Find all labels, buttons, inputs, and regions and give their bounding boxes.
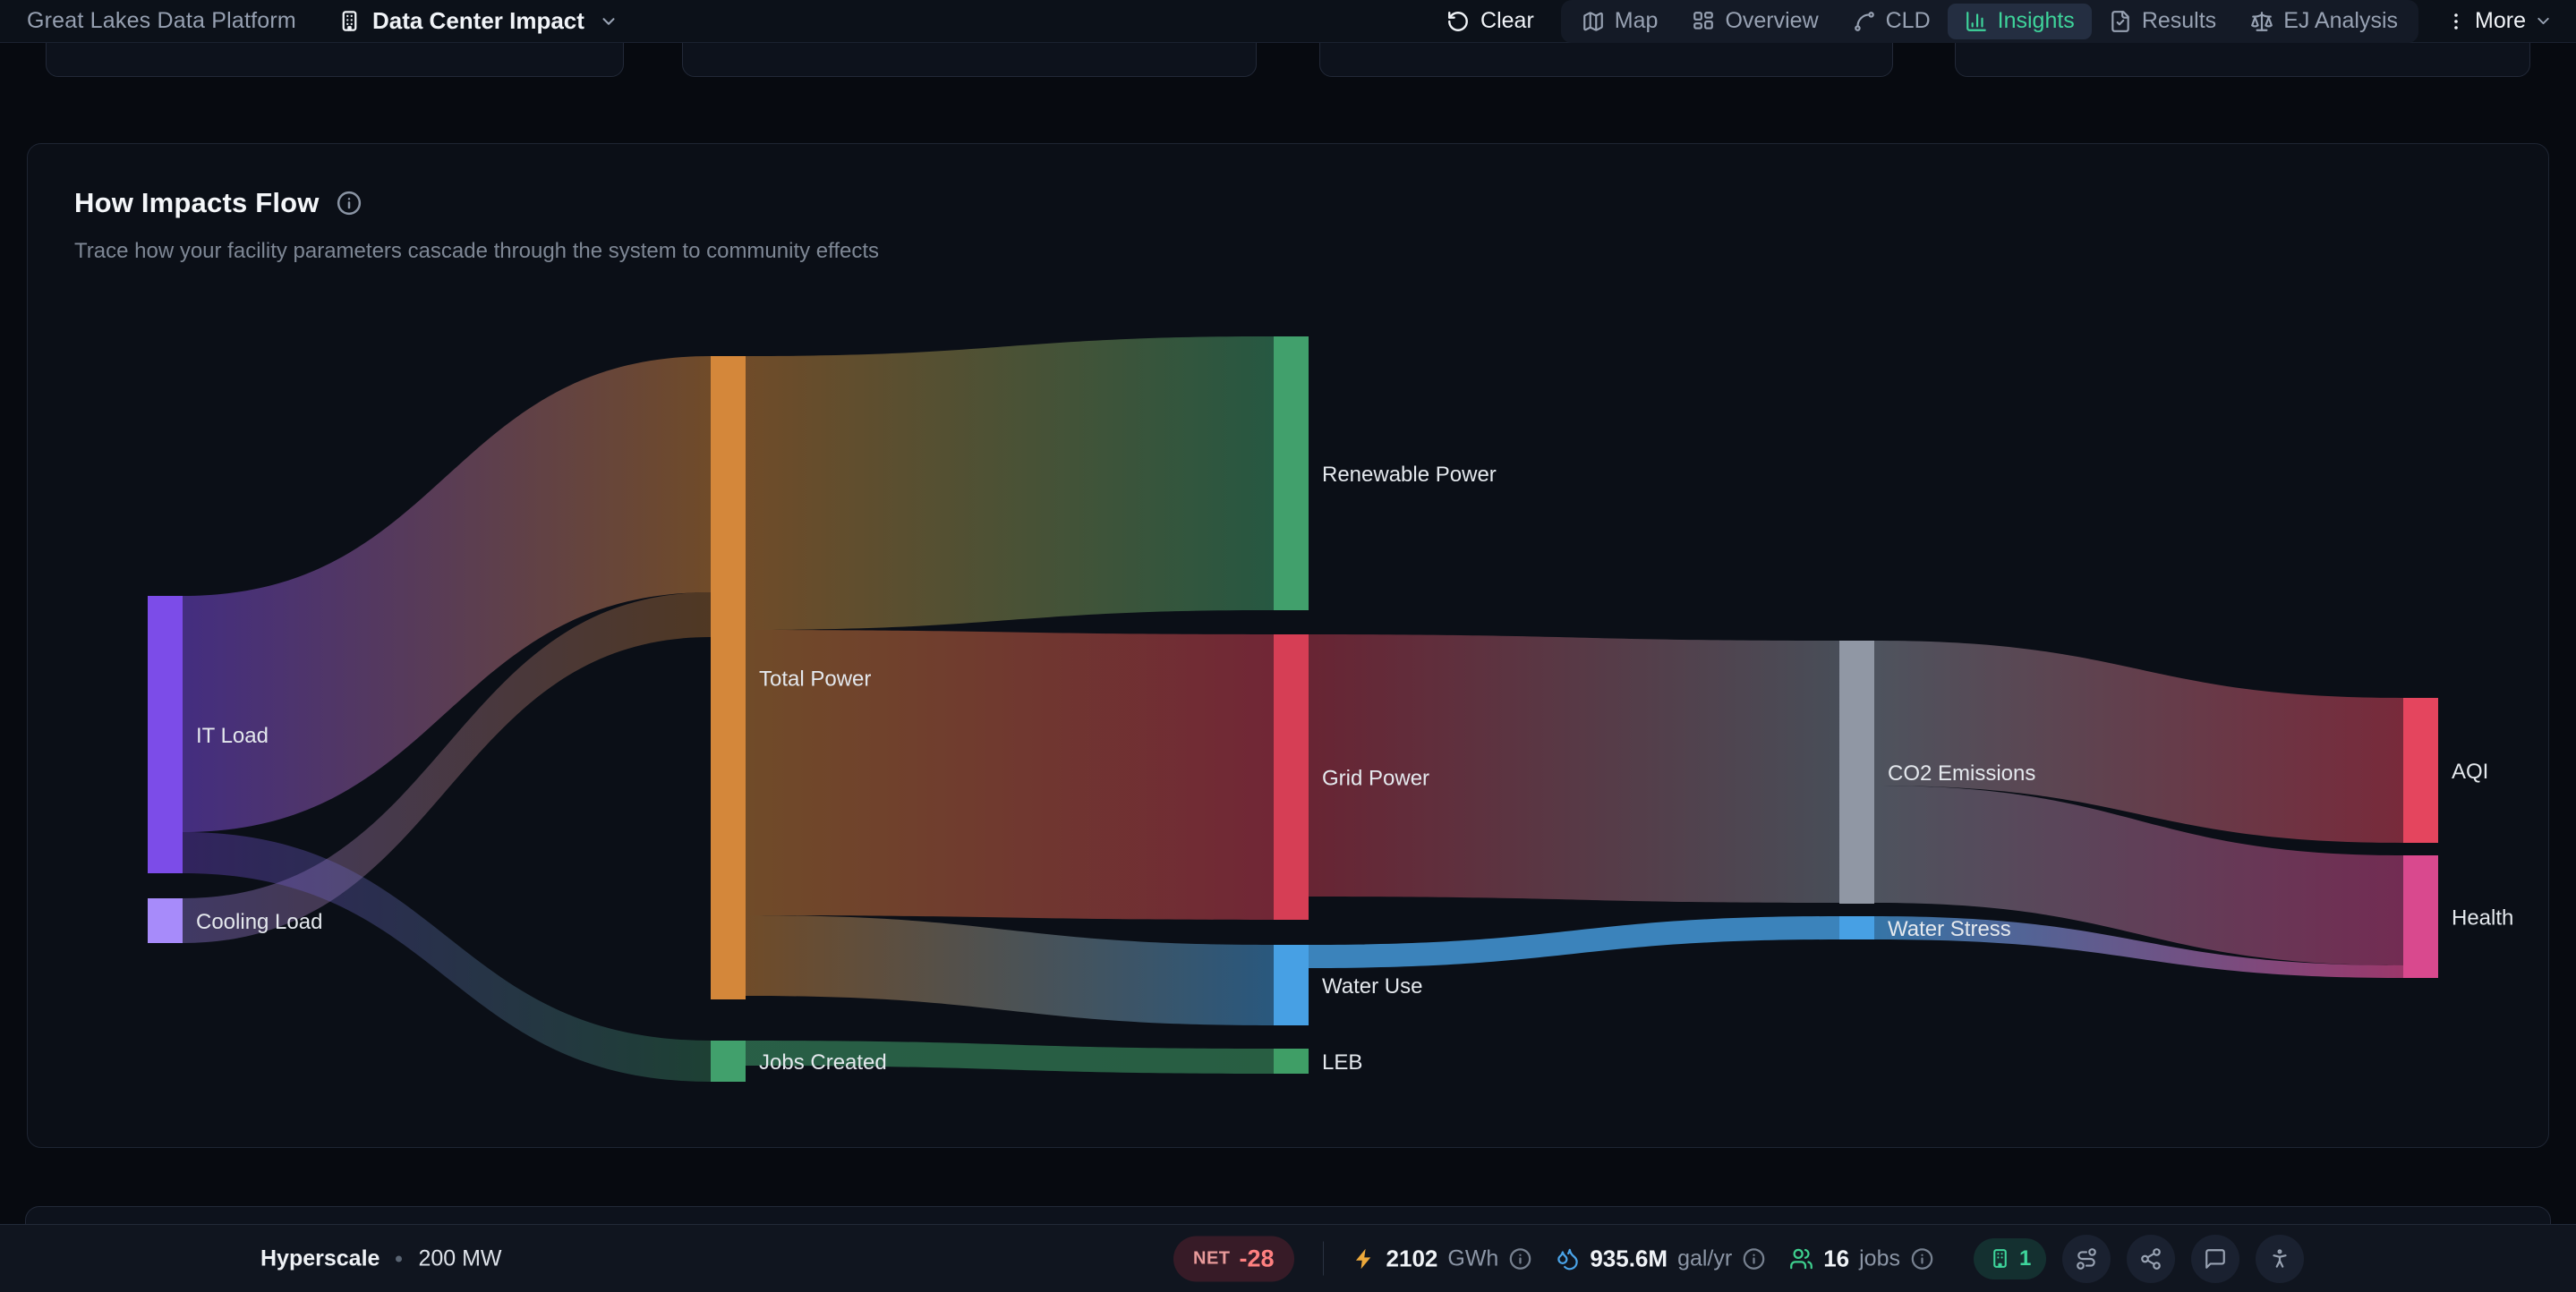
net-score-badge: NET -28 <box>1173 1236 1294 1281</box>
jobs-metric: 16 jobs <box>1789 1245 1934 1272</box>
tab-label: Results <box>2142 8 2216 34</box>
tab-label: Map <box>1615 8 1659 34</box>
facility-summary: Hyperscale 200 MW <box>260 1245 502 1271</box>
more-menu-button[interactable]: More <box>2445 8 2553 34</box>
sankey-node-water_stress[interactable] <box>1839 916 1874 939</box>
clear-button[interactable]: Clear <box>1446 8 1534 34</box>
facility-capacity: 200 MW <box>418 1245 501 1271</box>
net-value: -28 <box>1240 1245 1275 1272</box>
info-icon[interactable] <box>1508 1246 1532 1271</box>
facility-type: Hyperscale <box>260 1245 380 1271</box>
route-icon <box>2075 1247 2098 1271</box>
map-icon <box>1582 10 1605 33</box>
project-label: Data Center Impact <box>372 7 584 35</box>
sankey-link-water_use-water_stress <box>1309 916 1839 968</box>
sankey-node-renewable_power[interactable] <box>1274 336 1309 610</box>
accessibility-icon <box>2268 1247 2291 1271</box>
energy-metric: 2102 GWh <box>1352 1245 1533 1272</box>
more-label: More <box>2475 8 2526 34</box>
sankey-node-water_use[interactable] <box>1274 945 1309 1025</box>
sankey-node-label-cooling_load: Cooling Load <box>196 910 322 934</box>
tab-label: Overview <box>1725 8 1818 34</box>
tab-label: Insights <box>1998 8 2075 34</box>
sankey-node-label-leb: LEB <box>1322 1050 1362 1075</box>
sankey-node-co2_emissions[interactable] <box>1839 641 1874 904</box>
sankey-node-total_power[interactable] <box>711 356 746 999</box>
status-actions: 1 <box>1974 1235 2304 1283</box>
dot-separator <box>396 1255 402 1262</box>
net-label: NET <box>1193 1248 1231 1269</box>
kebab-icon <box>2445 11 2467 32</box>
tab-label: EJ Analysis <box>2283 8 2398 34</box>
tab-overview[interactable]: Overview <box>1675 4 1835 39</box>
top-nav-bar: Great Lakes Data Platform Data Center Im… <box>0 0 2576 43</box>
facility-count: 1 <box>2019 1246 2031 1271</box>
droplets-icon <box>1556 1246 1580 1271</box>
tab-insights[interactable]: Insights <box>1948 4 2092 39</box>
brand-title: Great Lakes Data Platform <box>27 8 296 34</box>
metric-value: 16 <box>1823 1245 1849 1272</box>
building-icon <box>1989 1247 2011 1270</box>
sankey-node-label-total_power: Total Power <box>759 667 871 692</box>
status-bar: Hyperscale 200 MW NET -28 2102 GWh 935.6… <box>0 1224 2576 1292</box>
impact-sankey-diagram: IT Load Cooling Load Total Power Jobs Creat… <box>0 0 2576 1292</box>
share-icon <box>2139 1247 2162 1271</box>
sankey-node-label-co2_emissions: CO2 Emissions <box>1888 761 2035 786</box>
spline-icon <box>1853 10 1876 33</box>
building-icon <box>337 9 362 33</box>
project-selector[interactable]: Data Center Impact <box>337 7 618 35</box>
file-icon <box>2109 10 2132 33</box>
sankey-link-total_power-water_use <box>746 915 1274 1025</box>
divider <box>1323 1242 1324 1276</box>
grid-icon <box>1692 10 1715 33</box>
sankey-node-label-water_stress: Water Stress <box>1888 917 2011 941</box>
scales-icon <box>2250 10 2273 33</box>
users-icon <box>1789 1246 1813 1271</box>
tab-label: CLD <box>1886 8 1931 34</box>
clear-label: Clear <box>1480 8 1534 34</box>
sankey-node-label-it_load: IT Load <box>196 724 269 748</box>
comment-button[interactable] <box>2191 1235 2239 1283</box>
sankey-node-label-renewable_power: Renewable Power <box>1322 463 1497 487</box>
metric-unit: gal/yr <box>1677 1245 1732 1271</box>
sankey-node-it_load[interactable] <box>148 596 183 873</box>
chevron-down-icon <box>2534 12 2553 30</box>
info-icon[interactable] <box>1742 1246 1766 1271</box>
sankey-node-cooling_load[interactable] <box>148 898 183 943</box>
tab-results[interactable]: Results <box>2092 4 2233 39</box>
water-metric: 935.6M gal/yr <box>1556 1245 1766 1272</box>
metric-value: 935.6M <box>1590 1245 1668 1272</box>
chevron-down-icon <box>599 12 618 31</box>
metric-value: 2102 <box>1386 1245 1438 1272</box>
tab-map[interactable]: Map <box>1565 4 1676 39</box>
sankey-node-label-health: Health <box>2452 906 2513 931</box>
bolt-icon <box>1352 1246 1377 1271</box>
sankey-link-total_power-renewable_power <box>746 336 1274 630</box>
sankey-link-it_load-jobs_created <box>183 832 711 1082</box>
sankey-node-aqi[interactable] <box>2403 698 2438 843</box>
metric-unit: GWh <box>1447 1245 1498 1271</box>
message-icon <box>2204 1247 2227 1271</box>
sankey-node-health[interactable] <box>2403 855 2438 978</box>
sankey-node-label-jobs_created: Jobs Created <box>759 1050 887 1075</box>
sankey-node-leb[interactable] <box>1274 1049 1309 1074</box>
compare-button[interactable] <box>2062 1235 2111 1283</box>
share-button[interactable] <box>2127 1235 2175 1283</box>
rotate-ccw-icon <box>1446 10 1470 33</box>
sankey-node-label-aqi: AQI <box>2452 760 2488 784</box>
info-icon[interactable] <box>1910 1246 1934 1271</box>
view-tabs: Map Overview CLD Insights Results EJ Ana… <box>1561 0 2418 43</box>
header-actions: Clear Map Overview CLD Insights Results <box>1446 0 2553 43</box>
facility-count-badge[interactable]: 1 <box>1974 1238 2046 1279</box>
bar-chart-icon <box>1965 10 1988 33</box>
sankey-node-label-grid_power: Grid Power <box>1322 767 1429 791</box>
tab-ej-analysis[interactable]: EJ Analysis <box>2233 4 2415 39</box>
sankey-node-label-water_use: Water Use <box>1322 974 1422 999</box>
sankey-node-grid_power[interactable] <box>1274 634 1309 920</box>
accessibility-button[interactable] <box>2256 1235 2304 1283</box>
sankey-node-jobs_created[interactable] <box>711 1041 746 1082</box>
metric-unit: jobs <box>1859 1245 1900 1271</box>
metrics-row: NET -28 2102 GWh 935.6M gal/yr 16 jobs <box>1173 1236 1934 1281</box>
tab-cld[interactable]: CLD <box>1836 4 1948 39</box>
